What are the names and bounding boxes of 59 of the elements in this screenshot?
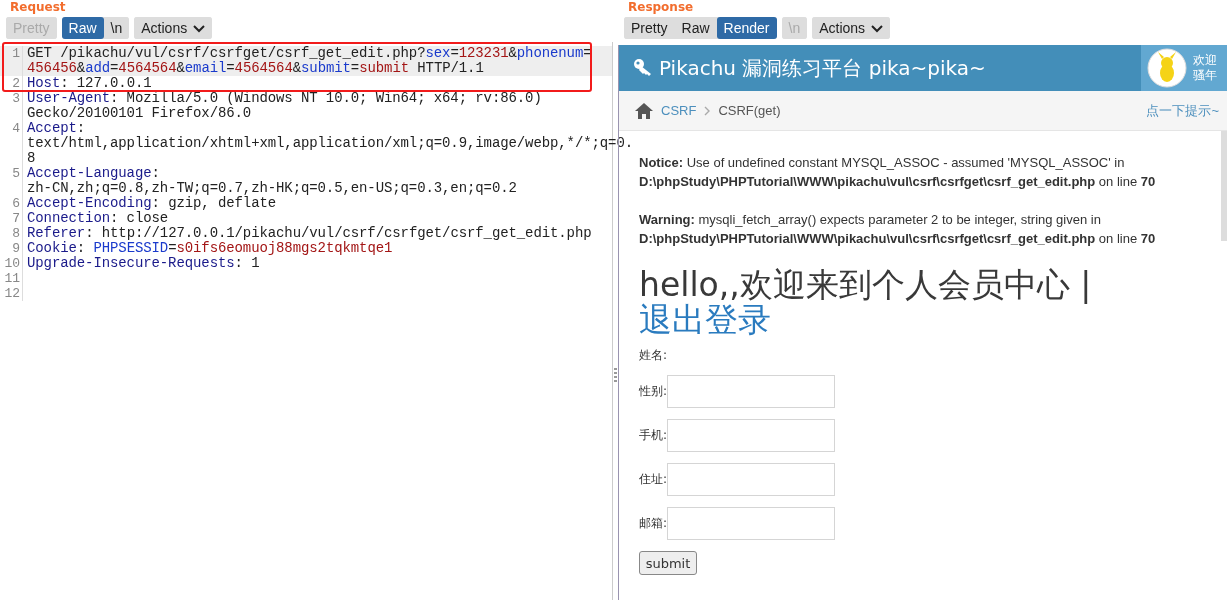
code-line: Connection: close — [27, 211, 169, 226]
submit-button[interactable]: submit — [639, 551, 697, 575]
hint-link[interactable]: 点一下提示~ — [1146, 101, 1219, 120]
php-error-message: Notice: Use of undefined constant MYSQL_ASSOC - assumed 'MYSQL_ASSOC' in D:\phpStudy\PHPTutorial\WWW\pikachu\vul\csrf\csrfget\csrf_get_edit.php on line 70 — [639, 154, 1157, 191]
code-line: Referer: http://127.0.0.1/pikachu/vul/csrf/csrfget/csrf_get_edit.php — [27, 226, 592, 241]
line-number: 12 — [0, 286, 23, 301]
key-icon — [633, 58, 653, 78]
chevron-down-icon — [871, 25, 884, 33]
line-number: 10 — [0, 256, 23, 271]
line-number: 8 — [0, 226, 23, 241]
code-line: Gecko/20100101 Firefox/86.0 — [27, 106, 253, 121]
input-field[interactable] — [667, 375, 836, 408]
line-number: 5 — [0, 166, 23, 196]
code-line: Cookie: PHPSESSID=s0ifs6eomuoj88mgs2tqkmtqe1 — [27, 241, 393, 256]
brand-text: Pikachu 漏洞练习平台 pika~pika~ — [659, 54, 986, 82]
line-number: 9 — [0, 241, 23, 256]
code-line: Host: 127.0.0.1 — [27, 76, 152, 91]
field-label: 性别: — [639, 383, 668, 400]
input-field[interactable] — [667, 507, 836, 540]
line-number: 7 — [0, 211, 23, 226]
input-field[interactable] — [667, 463, 836, 496]
code-line: Accept-Encoding: gzip, deflate — [27, 196, 277, 211]
field-label: 住址: — [639, 471, 668, 488]
code-line: zh-CN,zh;q=0.8,zh-TW;q=0.7,zh-HK;q=0.5,en-US;q=0.3,en;q=0.2 — [27, 181, 517, 196]
field-label: 邮箱: — [639, 515, 668, 532]
php-error-message: Warning: mysqli_fetch_array() expects parameter 2 to be integer, string given in D:\phpStudy\PHPTutorial\WWW\pikachu\vul\csrf\csrfget\csrf_get_edit.php on line 70 — [639, 211, 1157, 248]
logout-link[interactable]: 退出登录 — [639, 300, 771, 339]
code-line: Upgrade-Insecure-Requests: 1 — [27, 256, 260, 271]
code-line: User-Agent: Mozilla/5.0 (Windows NT 10.0; Win64; x64; rv:86.0) — [27, 91, 542, 106]
code-line: 456456&add=4564564&email=4564564&submit=submit HTTP/1.1 — [27, 61, 485, 76]
pane-title: Request — [9, 0, 66, 14]
welcome-heading: hello,,欢迎来到个人会员中心 | 退出登录 — [639, 267, 1093, 337]
chevron-right-icon — [704, 105, 711, 116]
field-label: 手机: — [639, 427, 668, 444]
line-number: 1 — [0, 46, 23, 76]
actions-menu-button[interactable]: Actions — [134, 17, 213, 39]
breadcrumb-text: CSRF(get) — [718, 103, 781, 118]
splitter-grip-icon[interactable] — [614, 368, 617, 382]
greeting-text: 欢迎骚年 — [1193, 53, 1218, 83]
chevron-down-icon — [193, 25, 206, 33]
line-number: 4 — [0, 121, 23, 166]
actions-menu-button[interactable]: Actions — [812, 17, 891, 39]
home-icon[interactable] — [635, 102, 653, 119]
view-tab[interactable]: Raw — [61, 17, 104, 39]
field-label: 姓名: — [639, 347, 668, 364]
code-line: Accept-Language: — [27, 166, 161, 181]
avatar-icon — [1147, 48, 1187, 88]
input-field[interactable] — [667, 419, 836, 452]
line-number: 2 — [0, 76, 23, 91]
pane-title: Response — [627, 0, 694, 14]
line-number: 6 — [0, 196, 23, 211]
line-number: 3 — [0, 91, 23, 121]
scrollbar[interactable] — [1221, 131, 1227, 241]
breadcrumb-link[interactable]: CSRF — [661, 103, 697, 118]
line-number: 11 — [0, 271, 23, 286]
code-line: text/html,application/xhtml+xml,application/xml;q=0.9,image/webp,*/*;q=0. — [27, 136, 633, 151]
code-line: 8 — [27, 151, 37, 166]
view-tab[interactable]: Render — [716, 17, 777, 39]
code-line: Accept: — [27, 121, 87, 136]
